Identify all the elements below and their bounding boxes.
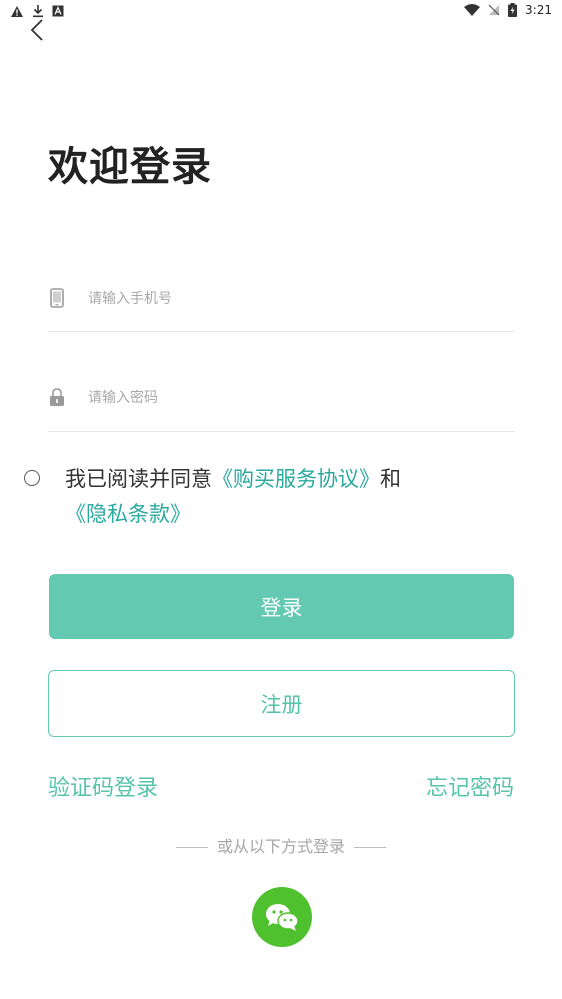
password-field — [48, 377, 515, 417]
agreement-middle: 和 — [380, 467, 401, 491]
no-signal-icon — [488, 4, 500, 16]
chevron-left-icon — [30, 19, 43, 41]
divider-line-right — [354, 847, 387, 848]
phone-field — [48, 278, 515, 318]
status-bar: 3:21 — [0, 0, 562, 24]
wechat-icon — [266, 904, 299, 931]
privacy-policy-link[interactable]: 《隐私条款》 — [65, 502, 191, 526]
forgot-password-link[interactable]: 忘记密码 — [426, 770, 514, 802]
password-underline — [48, 431, 515, 432]
alert-icon — [11, 5, 23, 17]
wifi-icon — [464, 4, 481, 16]
sms-login-link[interactable]: 验证码登录 — [48, 770, 158, 802]
phone-input[interactable] — [86, 284, 510, 314]
divider-line-left — [175, 847, 208, 848]
login-button[interactable]: 登录 — [49, 574, 514, 639]
phone-icon — [50, 288, 64, 308]
agreement-prefix: 我已阅读并同意 — [65, 467, 212, 491]
password-input[interactable] — [86, 383, 510, 413]
other-login-label: 或从以下方式登录 — [216, 837, 345, 856]
agreement-radio[interactable] — [24, 470, 40, 486]
phone-underline — [48, 331, 515, 332]
register-button[interactable]: 注册 — [48, 670, 515, 737]
login-screen: 3:21 欢迎登录 我已阅读并同意《购买服务协议》和《隐私条款》 — [0, 0, 562, 999]
wechat-login-button[interactable] — [252, 887, 312, 947]
status-right-icons: 3:21 — [464, 3, 552, 17]
status-time: 3:21 — [525, 3, 552, 17]
other-login-divider: 或从以下方式登录 — [0, 833, 562, 857]
service-agreement-link[interactable]: 《购买服务协议》 — [212, 467, 380, 491]
battery-charging-icon — [508, 3, 518, 17]
lock-icon — [50, 388, 64, 406]
page-title: 欢迎登录 — [48, 144, 212, 190]
a-icon — [52, 5, 64, 17]
agreement-text: 我已阅读并同意《购买服务协议》和《隐私条款》 — [65, 462, 520, 532]
back-button[interactable] — [26, 16, 48, 44]
